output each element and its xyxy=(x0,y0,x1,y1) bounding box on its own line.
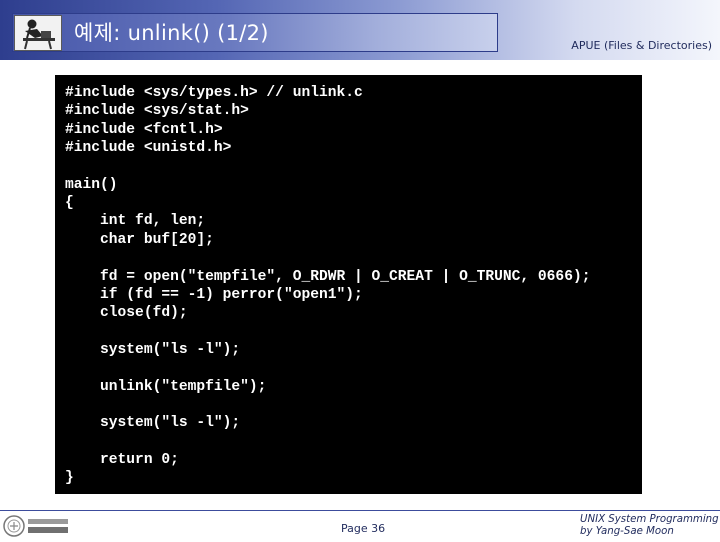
code-line: fd = open("tempfile", O_RDWR | O_CREAT |… xyxy=(65,268,591,285)
course-credit-line1: UNIX System Programming xyxy=(580,514,719,525)
code-line: main() xyxy=(65,176,118,193)
code-line: #include <sys/types.h> // unlink.c xyxy=(65,85,363,101)
course-section-label: APUE (Files & Directories) xyxy=(571,39,712,52)
code-line: if (fd == -1) perror("open1"); xyxy=(65,286,363,303)
code-line: char buf[20]; xyxy=(65,231,214,248)
footer-divider xyxy=(0,510,720,511)
code-line: system("ls -l"); xyxy=(65,341,241,358)
code-line: unlink("tempfile"); xyxy=(65,378,267,395)
code-line: #include <fcntl.h> xyxy=(65,121,223,138)
code-line: #include <sys/stat.h> xyxy=(65,103,249,120)
course-credit-line2: by Yang-Sae Moon xyxy=(580,526,674,537)
code-line: #include <unistd.h> xyxy=(65,140,232,157)
code-line: return 0; xyxy=(65,452,179,468)
code-line: { xyxy=(65,195,74,212)
university-seal-icon xyxy=(2,514,72,538)
page-title: 예제: unlink() (1/2) xyxy=(74,21,269,45)
code-line: } xyxy=(65,470,74,487)
code-line: close(fd); xyxy=(65,305,188,322)
page-number: Page 36 xyxy=(341,522,386,535)
course-credit: UNIX System Programming by Yang-Sae Moon xyxy=(580,514,719,538)
person-at-desk-icon xyxy=(14,15,62,51)
code-line: int fd, len; xyxy=(65,213,206,230)
code-panel: #include <sys/types.h> // unlink.c #inclu… xyxy=(55,75,642,494)
code-line: system("ls -l"); xyxy=(65,415,241,432)
